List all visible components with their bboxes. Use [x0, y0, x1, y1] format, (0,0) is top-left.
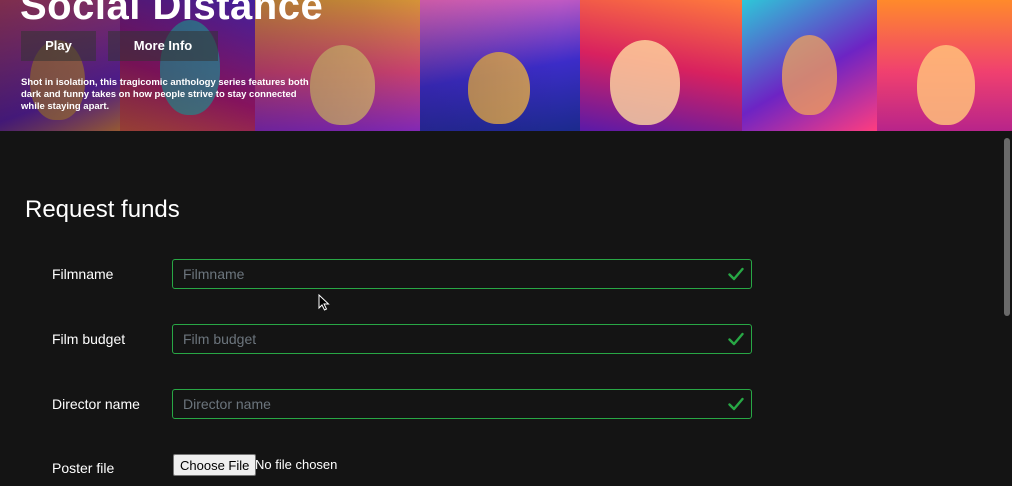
film-budget-input[interactable] — [173, 325, 713, 353]
collage-tile — [742, 0, 877, 131]
choose-file-button[interactable]: Choose File — [173, 454, 257, 476]
poster-file-label: Poster file — [52, 460, 115, 476]
director-name-input[interactable] — [173, 390, 713, 418]
check-icon — [728, 267, 744, 281]
filmname-label: Filmname — [52, 266, 114, 282]
hero-title: Social Distance — [20, 0, 324, 28]
check-icon — [728, 332, 744, 346]
hero-banner: Social Distance Play More Info Shot in i… — [0, 0, 1012, 131]
film-budget-label: Film budget — [52, 331, 126, 347]
director-name-field — [172, 389, 752, 419]
mouse-cursor-icon — [318, 294, 330, 311]
scrollbar-thumb[interactable] — [1004, 138, 1010, 316]
filmname-field — [172, 259, 752, 289]
hero-description: Shot in isolation, this tragicomic antho… — [21, 77, 309, 112]
collage-tile — [580, 0, 742, 131]
file-status-text: No file chosen — [255, 457, 338, 472]
play-button[interactable]: Play — [21, 31, 96, 61]
collage-tile — [877, 0, 1012, 131]
filmname-input[interactable] — [173, 260, 713, 288]
check-icon — [728, 397, 744, 411]
director-name-label: Director name — [52, 396, 140, 412]
more-info-button[interactable]: More Info — [108, 31, 218, 61]
form-title: Request funds — [25, 196, 180, 223]
film-budget-field — [172, 324, 752, 354]
